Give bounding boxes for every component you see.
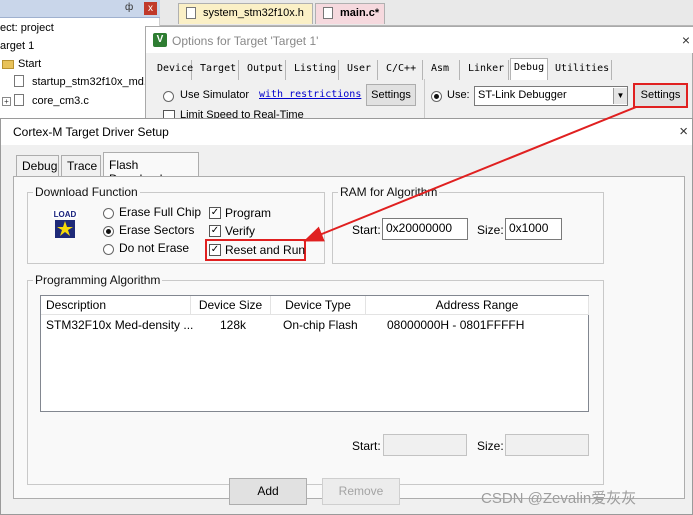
arrow-line xyxy=(303,106,637,242)
annotation-arrow xyxy=(303,106,637,242)
watermark: CSDN @Zevalin爱灰灰 xyxy=(481,490,637,507)
